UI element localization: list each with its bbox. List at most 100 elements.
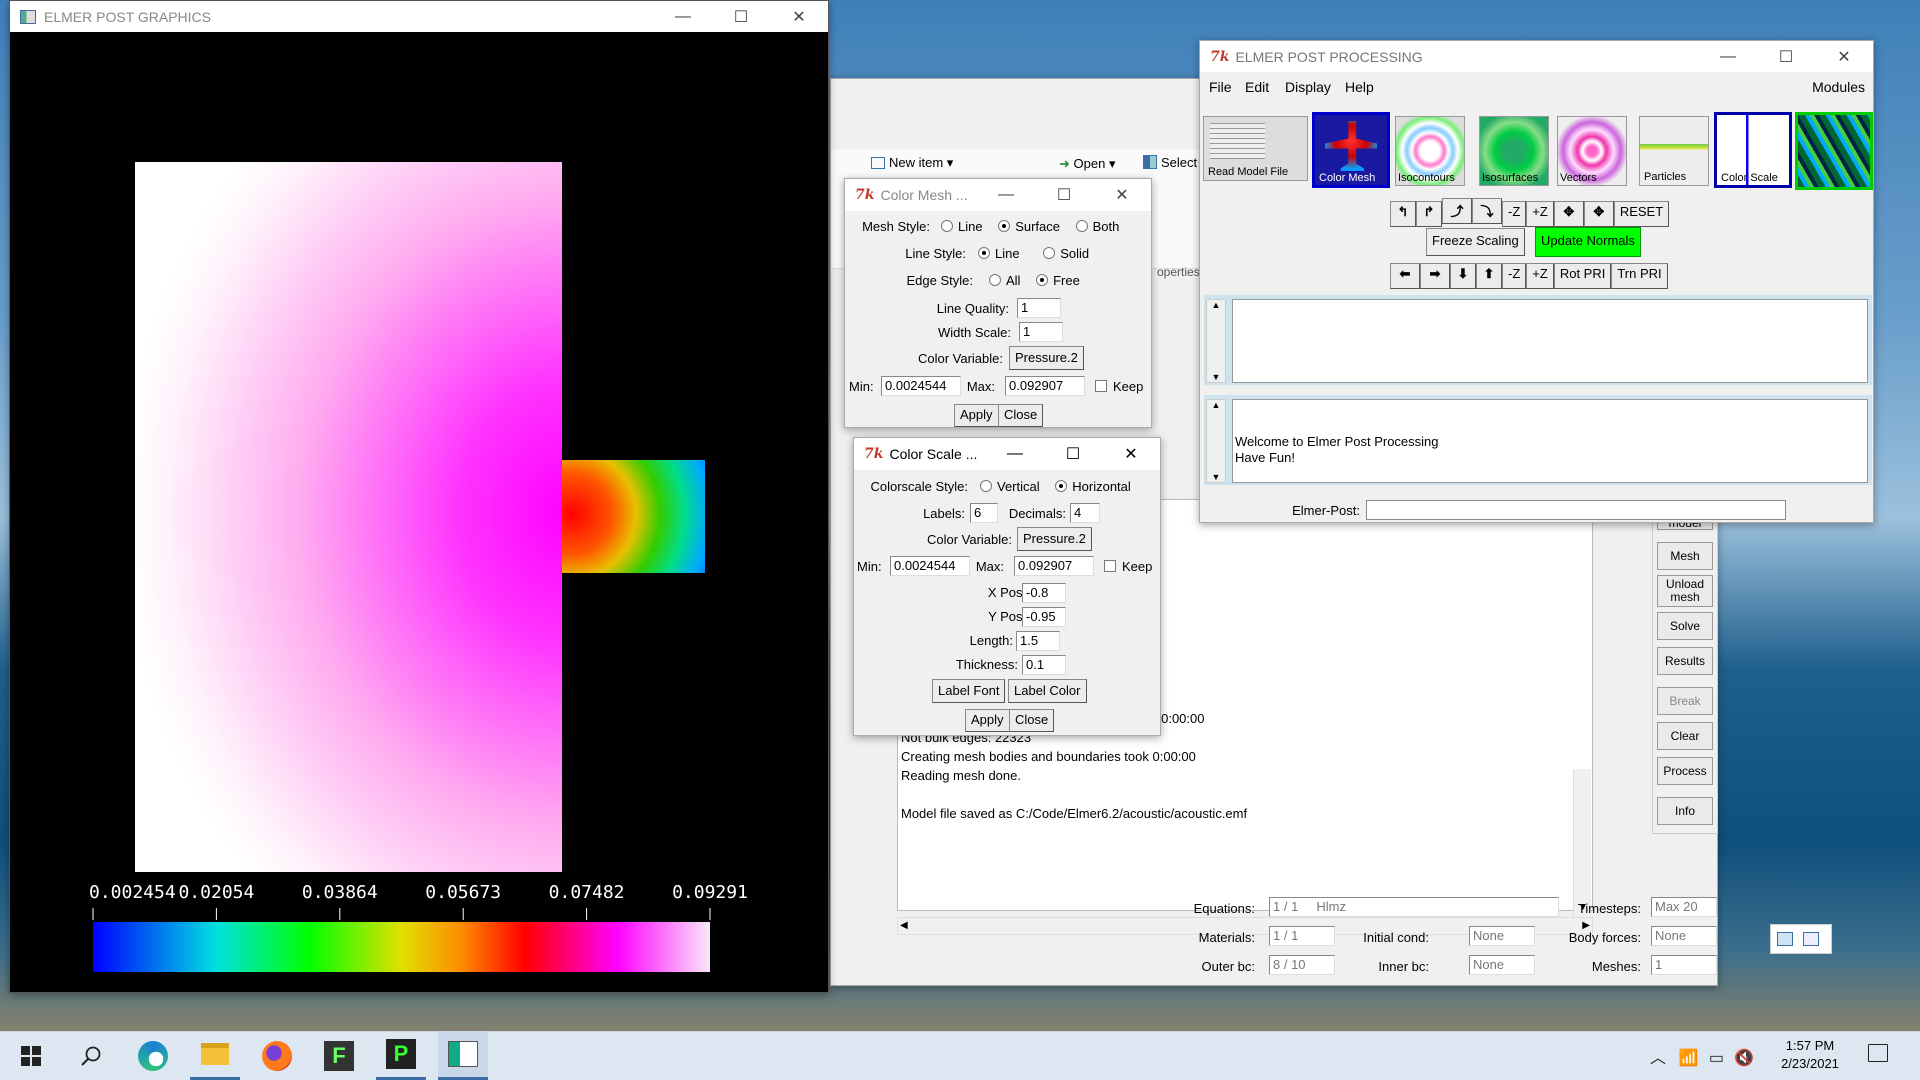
min-input[interactable]: 0.0024544: [881, 376, 961, 396]
rotate-x-neg-icon[interactable]: ↰: [1390, 201, 1416, 227]
search-button[interactable]: [66, 1031, 116, 1080]
rotate-x-pos-icon[interactable]: ↱: [1416, 201, 1442, 227]
taskbar-elmer[interactable]: [438, 1031, 488, 1080]
new-item-button[interactable]: New item ▾: [871, 155, 953, 171]
keep-checkbox[interactable]: Keep: [1095, 379, 1143, 394]
scroll-left-arrow-icon[interactable]: ◀: [900, 918, 908, 934]
thickness-input[interactable]: 0.1: [1022, 655, 1066, 675]
menu-edit[interactable]: Edit: [1245, 79, 1269, 95]
maximize-button[interactable]: ☐: [1044, 439, 1102, 470]
vectors-tile[interactable]: Vectors: [1557, 116, 1627, 186]
details-view-icon[interactable]: [1777, 932, 1793, 946]
log-vscrollbar[interactable]: ▼: [1573, 769, 1591, 917]
menu-display[interactable]: Display: [1285, 79, 1331, 95]
translate-down-icon[interactable]: ⬇: [1450, 263, 1476, 289]
color-variable-button[interactable]: Pressure.2: [1009, 346, 1084, 370]
rotate-y-pos-icon[interactable]: ⤵: [1472, 198, 1502, 224]
break-button[interactable]: Break: [1657, 687, 1713, 715]
console-scrollbar[interactable]: ▲ ▼: [1206, 399, 1226, 483]
max-input[interactable]: 0.092907: [1014, 556, 1094, 576]
taskbar-f-app[interactable]: F: [314, 1031, 364, 1080]
mesh-style-surface-radio[interactable]: Surface: [998, 219, 1060, 234]
length-input[interactable]: 1.5: [1016, 631, 1060, 651]
streamlines-tile[interactable]: [1795, 112, 1873, 190]
rotate-y-neg-icon[interactable]: ⤴: [1442, 198, 1472, 224]
menu-file[interactable]: File: [1209, 79, 1232, 95]
process-button[interactable]: Process: [1657, 757, 1713, 785]
max-input[interactable]: 0.092907: [1005, 376, 1085, 396]
minimize-button[interactable]: —: [977, 180, 1035, 211]
close-button[interactable]: ✕: [1815, 41, 1873, 72]
close-button[interactable]: ✕: [1093, 180, 1151, 211]
line-style-line-radio[interactable]: Line: [978, 246, 1020, 261]
freeze-scaling-button[interactable]: Freeze Scaling: [1426, 228, 1525, 256]
color-variable-button[interactable]: Pressure.2: [1017, 527, 1092, 551]
close-dialog-button[interactable]: Close: [1009, 709, 1055, 732]
rot-pri-button[interactable]: Rot PRI: [1553, 263, 1612, 289]
results-button[interactable]: Results: [1657, 647, 1713, 675]
scale-cross-icon[interactable]: ✥: [1583, 201, 1614, 227]
translate-up-icon[interactable]: ⬆: [1476, 263, 1502, 289]
line-style-solid-radio[interactable]: Solid: [1043, 246, 1089, 261]
close-dialog-button[interactable]: Close: [998, 404, 1044, 427]
volume-muted-icon[interactable]: 🔇: [1734, 1050, 1754, 1067]
start-button[interactable]: [6, 1031, 56, 1080]
command-output-area[interactable]: ▲ ▼: [1204, 295, 1872, 385]
label-font-button[interactable]: Label Font: [932, 679, 1006, 703]
taskbar-edge[interactable]: [128, 1031, 178, 1080]
reset-button[interactable]: RESET: [1613, 201, 1670, 227]
solve-button[interactable]: Solve: [1657, 612, 1713, 640]
scroll-down-arrow-icon[interactable]: ▼: [1207, 372, 1225, 382]
menu-help[interactable]: Help: [1345, 79, 1374, 95]
open-button[interactable]: ➜ Open ▾: [1059, 156, 1115, 172]
min-input[interactable]: 0.0024544: [890, 556, 970, 576]
vertical-radio[interactable]: Vertical: [980, 479, 1040, 494]
apply-button[interactable]: Apply: [954, 404, 999, 427]
label-color-button[interactable]: Label Color: [1008, 679, 1087, 703]
minimize-button[interactable]: —: [986, 439, 1044, 470]
info-button[interactable]: Info: [1657, 797, 1713, 825]
taskbar-file-explorer[interactable]: [190, 1031, 240, 1080]
wifi-icon[interactable]: 📶: [1678, 1050, 1698, 1067]
scroll-up-arrow-icon[interactable]: ▲: [1207, 400, 1225, 410]
move-cross-icon[interactable]: ✥: [1553, 201, 1584, 227]
trn-pri-button[interactable]: Trn PRI: [1611, 263, 1668, 289]
edge-style-all-radio[interactable]: All: [989, 273, 1020, 288]
color-mesh-tile[interactable]: Color Mesh: [1312, 112, 1390, 188]
translate-left-icon[interactable]: ⬅: [1390, 263, 1420, 289]
clear-button[interactable]: Clear: [1657, 722, 1713, 750]
mesh-style-both-radio[interactable]: Both: [1075, 219, 1119, 234]
translate-z-pos-button[interactable]: +Z: [1526, 263, 1554, 289]
taskbar-firefox[interactable]: [252, 1031, 302, 1080]
large-icons-view-icon[interactable]: [1803, 932, 1819, 946]
select-button[interactable]: Select: [1143, 155, 1197, 170]
close-button[interactable]: ✕: [770, 1, 828, 32]
battery-icon[interactable]: ▭: [1709, 1050, 1724, 1067]
notification-button[interactable]: [1868, 1044, 1888, 1062]
width-scale-input[interactable]: 1: [1019, 322, 1063, 342]
properties-button[interactable]: operties: [1157, 265, 1200, 279]
horizontal-radio[interactable]: Horizontal: [1055, 479, 1131, 494]
minimize-button[interactable]: —: [654, 1, 712, 32]
mesh-style-line-radio[interactable]: Line: [941, 219, 983, 234]
x-position-input[interactable]: -0.8: [1022, 583, 1066, 603]
menu-modules[interactable]: Modules: [1812, 79, 1865, 95]
apply-button[interactable]: Apply: [965, 709, 1010, 732]
edge-style-free-radio[interactable]: Free: [1036, 273, 1080, 288]
output-scrollbar[interactable]: ▲ ▼: [1206, 299, 1226, 383]
scroll-down-arrow-icon[interactable]: ▼: [1207, 472, 1225, 482]
plot-canvas[interactable]: 0.002454 0.02054 0.03864 0.05673 0.07482 0.09…: [10, 32, 828, 992]
mesh-button[interactable]: Mesh: [1657, 542, 1713, 570]
chevron-up-icon[interactable]: ︿: [1650, 1050, 1666, 1067]
decimals-input[interactable]: 4: [1070, 503, 1100, 523]
isosurfaces-tile[interactable]: Isosurfaces: [1479, 116, 1549, 186]
particles-tile[interactable]: Particles: [1639, 116, 1709, 186]
keep-checkbox[interactable]: Keep: [1104, 559, 1152, 574]
rotate-z-neg-button[interactable]: -Z: [1502, 201, 1527, 227]
scroll-up-arrow-icon[interactable]: ▲: [1207, 300, 1225, 310]
close-button[interactable]: ✕: [1102, 439, 1160, 470]
read-model-file-tile[interactable]: Read Model File: [1203, 116, 1308, 181]
unload-mesh-button[interactable]: Unload mesh: [1657, 575, 1713, 607]
clock[interactable]: 1:57 PM 2/23/2021: [1770, 1037, 1850, 1073]
maximize-button[interactable]: ☐: [712, 1, 770, 32]
